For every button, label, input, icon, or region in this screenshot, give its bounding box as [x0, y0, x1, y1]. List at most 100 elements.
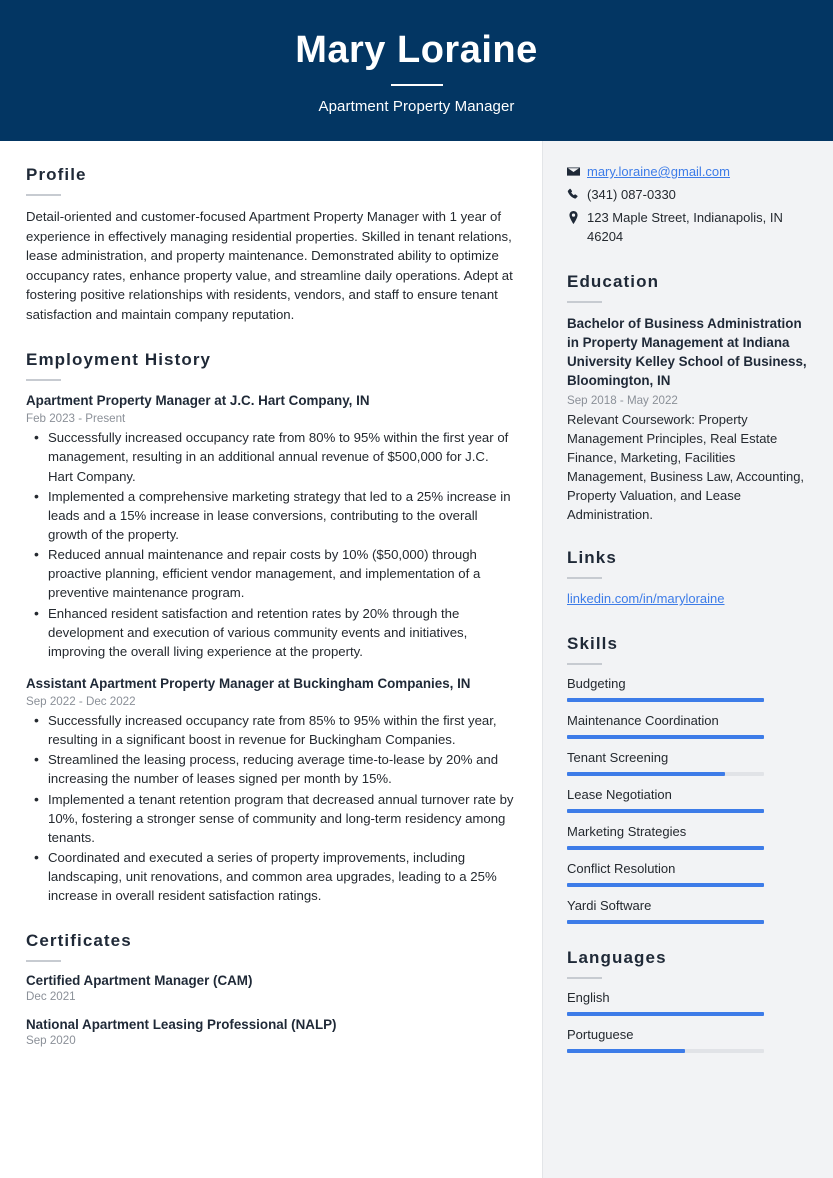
job-bullet: Enhanced resident satisfaction and reten… — [26, 603, 516, 661]
profile-heading: Profile — [26, 165, 87, 184]
phone-icon — [567, 186, 587, 201]
certificate-date: Dec 2021 — [26, 990, 76, 1004]
employment-heading: Employment History — [26, 350, 212, 370]
skills-heading: Skills — [567, 634, 619, 654]
language-bar-track — [567, 1012, 764, 1017]
candidate-job-title: Apartment Property Manager — [318, 98, 515, 116]
job-bullet: Reduced annual maintenance and repair co… — [26, 544, 516, 602]
job-bullet: Successfully increased occupancy rate fr… — [26, 427, 516, 485]
linkedin-link[interactable]: linkedin.com/in/maryloraine — [567, 591, 725, 606]
job-entry: Assistant Apartment Property Manager at … — [26, 675, 516, 906]
skill-bar-fill — [567, 809, 764, 814]
skill-label: Maintenance Coordination — [567, 713, 719, 729]
address-text: 123 Maple Street, Indianapolis, IN 46204 — [587, 209, 783, 244]
languages-heading: Languages — [567, 948, 667, 968]
certificate-title: Certified Apartment Manager (CAM) — [26, 973, 253, 989]
job-bullet: Coordinated and executed a series of pro… — [26, 847, 516, 905]
section-rule — [567, 663, 602, 666]
skill-bar-fill — [567, 772, 725, 777]
header-divider — [390, 84, 443, 87]
skill-item: Lease Negotiation — [567, 787, 809, 814]
job-title: Assistant Apartment Property Manager at … — [26, 675, 471, 691]
skill-bar-track — [567, 698, 764, 703]
section-rule — [567, 301, 602, 304]
education-date: Sep 2018 - May 2022 — [567, 393, 678, 407]
certificate-item: National Apartment Leasing Professional … — [26, 1017, 516, 1047]
job-bullet: Successfully increased occupancy rate fr… — [26, 710, 516, 749]
job-entry: Apartment Property Manager at J.C. Hart … — [26, 392, 516, 661]
education-heading: Education — [567, 272, 660, 292]
language-item: English — [567, 990, 809, 1017]
contact-email-row: mary.loraine@gmail.com — [567, 163, 809, 182]
skill-bar-fill — [567, 846, 764, 851]
education-degree: Bachelor of Business Administration in P… — [567, 316, 807, 389]
contact-section: mary.loraine@gmail.com (341) 087-0330 12… — [567, 163, 809, 246]
skill-bar-fill — [567, 735, 764, 740]
skill-label: Tenant Screening — [567, 750, 669, 766]
skill-bar-track — [567, 735, 764, 740]
certificates-heading: Certificates — [26, 931, 132, 951]
skill-bar-track — [567, 920, 764, 925]
skill-bar-fill — [567, 920, 764, 925]
job-bullet-list: Successfully increased occupancy rate fr… — [26, 427, 516, 661]
resume-page: Mary Loraine Apartment Property Manager … — [0, 0, 833, 1178]
skill-item: Marketing Strategies — [567, 824, 809, 851]
phone-number: (341) 087-0330 — [587, 186, 676, 202]
certificate-title: National Apartment Leasing Professional … — [26, 1017, 337, 1033]
skill-label: Lease Negotiation — [567, 787, 672, 803]
job-date: Sep 2022 - Dec 2022 — [26, 695, 136, 709]
section-rule — [567, 577, 602, 580]
email-link[interactable]: mary.loraine@gmail.com — [587, 164, 730, 179]
education-section: Education Bachelor of Business Administr… — [567, 272, 809, 524]
resume-header: Mary Loraine Apartment Property Manager — [0, 0, 833, 141]
skill-label: Budgeting — [567, 676, 626, 692]
employment-section: Employment History Apartment Property Ma… — [26, 350, 516, 905]
links-heading: Links — [567, 548, 617, 568]
resume-body: Profile Detail-oriented and customer-foc… — [0, 141, 833, 1178]
language-bar-fill — [567, 1012, 764, 1017]
skill-bar-track — [567, 883, 764, 888]
profile-section: Profile Detail-oriented and customer-foc… — [26, 165, 516, 324]
language-bar-fill — [567, 1049, 686, 1054]
skill-item: Budgeting — [567, 676, 809, 703]
skill-bar-fill — [567, 883, 764, 888]
language-label: Portuguese — [567, 1027, 634, 1043]
section-rule — [26, 194, 61, 196]
skill-label: Conflict Resolution — [567, 861, 676, 877]
certificate-date: Sep 2020 — [26, 1034, 76, 1048]
job-bullet: Implemented a tenant retention program t… — [26, 789, 516, 847]
skill-item: Maintenance Coordination — [567, 713, 809, 740]
job-date: Feb 2023 - Present — [26, 412, 126, 426]
skill-bar-track — [567, 809, 764, 814]
job-title: Apartment Property Manager at J.C. Hart … — [26, 393, 370, 409]
section-rule — [26, 379, 61, 382]
links-list: linkedin.com/in/maryloraine — [567, 590, 809, 610]
skill-item: Yardi Software — [567, 898, 809, 925]
skill-bar-fill — [567, 698, 764, 703]
location-pin-icon — [567, 209, 587, 224]
contact-phone-row: (341) 087-0330 — [567, 186, 809, 205]
skill-bar-track — [567, 772, 764, 777]
links-section: Links linkedin.com/in/maryloraine — [567, 548, 809, 610]
envelope-icon — [567, 163, 587, 178]
certificates-section: Certificates Certified Apartment Manager… — [26, 931, 516, 1047]
profile-text: Detail-oriented and customer-focused Apa… — [26, 209, 513, 322]
job-bullet: Streamlined the leasing process, reducin… — [26, 749, 516, 788]
skill-bar-track — [567, 846, 764, 851]
skills-section: Skills Budgeting Maintenance Coordinatio… — [567, 634, 809, 925]
language-item: Portuguese — [567, 1027, 809, 1054]
skill-item: Conflict Resolution — [567, 861, 809, 888]
main-column: Profile Detail-oriented and customer-foc… — [0, 141, 543, 1178]
skill-label: Marketing Strategies — [567, 824, 687, 840]
language-bar-track — [567, 1049, 764, 1054]
job-bullet-list: Successfully increased occupancy rate fr… — [26, 710, 516, 905]
section-rule — [567, 977, 602, 980]
skill-item: Tenant Screening — [567, 750, 809, 777]
skill-label: Yardi Software — [567, 898, 652, 914]
language-label: English — [567, 990, 610, 1006]
contact-address-row: 123 Maple Street, Indianapolis, IN 46204 — [567, 209, 809, 247]
sidebar-column: mary.loraine@gmail.com (341) 087-0330 12… — [543, 141, 833, 1178]
candidate-name: Mary Loraine — [295, 28, 538, 71]
languages-section: Languages English Portuguese — [567, 948, 809, 1054]
section-rule — [26, 960, 61, 963]
